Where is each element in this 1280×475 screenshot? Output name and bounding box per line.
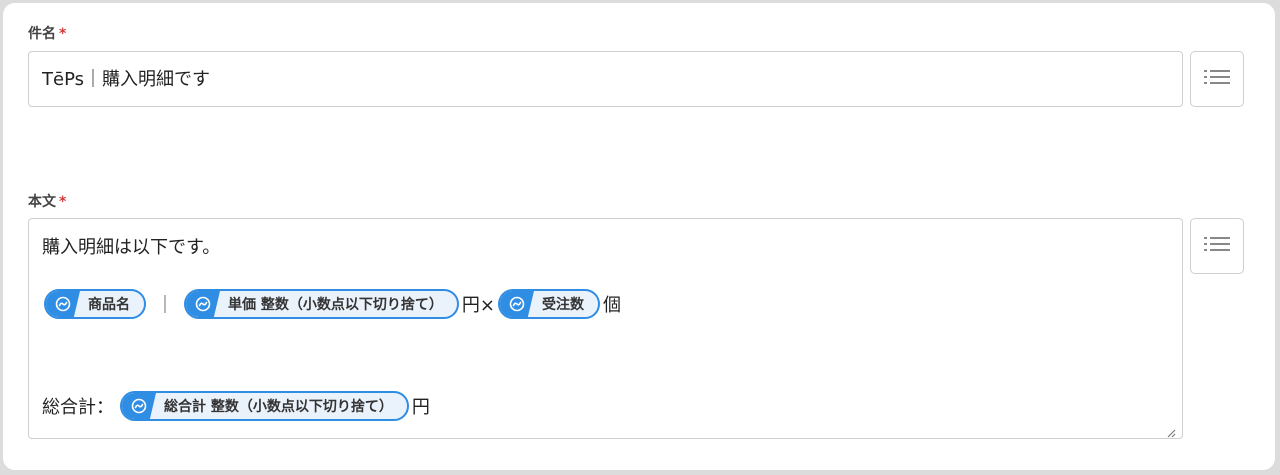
field-icon: [186, 291, 220, 317]
field-chip-order-quantity[interactable]: 受注数: [497, 289, 600, 319]
field-icon: [499, 291, 534, 317]
form-panel: 件名 * TēPs｜購入明細です 本文 * 購入明細は以下です。 商品名 ｜ 単…: [3, 3, 1275, 470]
field-icon: [46, 291, 80, 317]
body-line-3: 総合計： 総合計 整数（小数点以下切り捨て） 円: [42, 391, 433, 421]
field-chip-unit-price[interactable]: 単価 整数（小数点以下切り捨て）: [184, 289, 459, 319]
chip-label: 商品名: [88, 297, 130, 313]
required-mark: *: [59, 194, 67, 210]
total-suffix-text: 円: [411, 397, 430, 418]
subject-label: 件名 *: [28, 23, 66, 43]
unit-pieces-text: 個: [602, 295, 621, 316]
field-icon: [122, 393, 156, 419]
body-insert-field-button[interactable]: [1190, 218, 1244, 274]
subject-insert-field-button[interactable]: [1190, 51, 1244, 107]
unit-yen-times-text: 円×: [461, 295, 495, 316]
list-icon: [1204, 67, 1230, 91]
chip-label: 単価 整数（小数点以下切り捨て）: [228, 297, 443, 313]
list-icon: [1204, 234, 1230, 258]
subject-input[interactable]: TēPs｜購入明細です: [28, 51, 1183, 107]
subject-label-text: 件名: [28, 26, 56, 42]
body-line-1: 購入明細は以下です。: [42, 237, 221, 258]
chip-label: 受注数: [541, 297, 584, 313]
body-label: 本文 *: [28, 191, 66, 211]
total-prefix-text: 総合計：: [42, 397, 114, 418]
field-chip-product-name[interactable]: 商品名: [44, 289, 146, 319]
subject-value: TēPs｜購入明細です: [42, 69, 210, 90]
separator-text: ｜: [156, 295, 174, 316]
body-label-text: 本文: [28, 194, 56, 210]
resize-handle-icon[interactable]: [1166, 423, 1176, 438]
field-chip-grand-total[interactable]: 総合計 整数（小数点以下切り捨て）: [120, 391, 409, 421]
body-textarea[interactable]: 購入明細は以下です。 商品名 ｜ 単価 整数（小数点以下切り捨て） 円× 受注数…: [28, 218, 1183, 439]
body-line-2: 商品名 ｜ 単価 整数（小数点以下切り捨て） 円× 受注数 個: [44, 289, 624, 319]
required-mark: *: [59, 26, 67, 42]
chip-label: 総合計 整数（小数点以下切り捨て）: [164, 399, 393, 415]
